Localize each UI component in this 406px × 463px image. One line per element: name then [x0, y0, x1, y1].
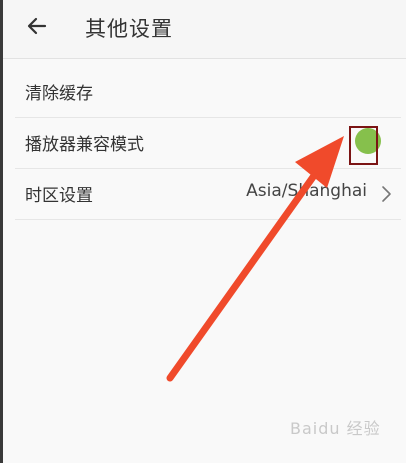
red-arrow-annotation — [166, 136, 344, 382]
watermark: Baidu 经验 — [290, 419, 381, 438]
